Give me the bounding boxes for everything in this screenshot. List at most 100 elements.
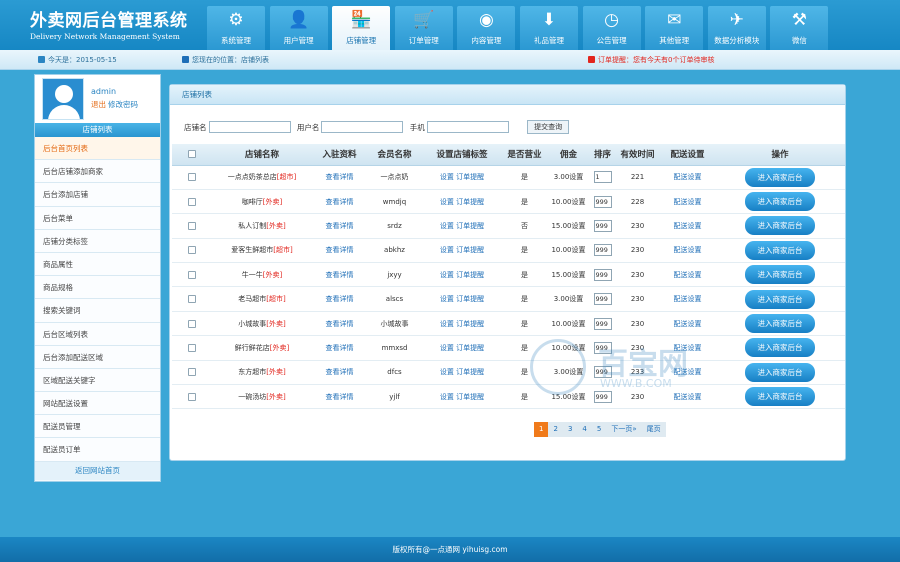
row-checkbox[interactable] [188,221,196,230]
sort-order-input[interactable]: 999 [593,268,612,281]
shop-labels-links[interactable]: 设置 订单提醒 [440,295,484,303]
row-checkbox[interactable] [188,319,196,328]
shop-labels-links[interactable]: 设置 订单提醒 [440,173,484,181]
shop-labels-links[interactable]: 设置 订单提醒 [440,344,484,352]
shop-labels-links[interactable]: 设置 订单提醒 [440,271,484,279]
sort-order-input[interactable]: 999 [593,293,612,306]
delivery-settings-link[interactable]: 配送设置 [674,320,702,328]
sidebar-menu-item[interactable]: 后台区域列表 [35,322,160,346]
enter-merchant-backend-button[interactable]: 进入商家后台 [745,314,815,334]
sort-order-input[interactable]: 999 [593,195,612,208]
enter-merchant-backend-button[interactable]: 进入商家后台 [745,265,815,285]
row-checkbox[interactable] [188,368,196,377]
shop-labels-links[interactable]: 设置 订单提醒 [440,393,484,401]
shop-labels-links[interactable]: 设置 订单提醒 [440,368,484,376]
commission-setting[interactable]: 15.00设置 [547,213,590,239]
sidebar-menu-item[interactable]: 后台店铺添加商家 [35,160,160,184]
row-checkbox[interactable] [188,173,196,182]
nav-tab[interactable]: ⚒ 微信 [770,6,829,50]
sidebar-menu-item[interactable]: 后台菜单 [35,206,160,230]
select-all-checkbox[interactable] [188,149,196,158]
nav-tab[interactable]: 👤 用户管理 [269,6,328,50]
row-checkbox[interactable] [188,270,196,279]
view-details-link[interactable]: 查看详情 [326,173,354,181]
order-alert[interactable]: 订单提醒：您有今天有0个订单待审核 [588,55,714,65]
nav-tab[interactable]: ⚙ 系统管理 [207,6,265,50]
sidebar-menu-item[interactable]: 搜索关键词 [35,299,160,323]
enter-merchant-backend-button[interactable]: 进入商家后台 [745,167,815,187]
view-details-link[interactable]: 查看详情 [326,246,354,254]
change-password-link[interactable]: 修改密码 [108,100,138,109]
view-details-link[interactable]: 查看详情 [326,393,354,401]
submit-search-button[interactable]: 提交查询 [527,120,570,134]
nav-tab[interactable]: 🏪 店铺管理 [332,6,391,50]
row-checkbox[interactable] [188,343,196,352]
nav-tab[interactable]: ◉ 内容管理 [457,6,516,50]
nav-tab[interactable]: ✉ 其他管理 [645,6,704,50]
page-link[interactable]: 尾页 [642,422,666,437]
page-current[interactable]: 1 [534,422,549,437]
commission-setting[interactable]: 15.00设置 [547,262,590,288]
delivery-settings-link[interactable]: 配送设置 [674,295,702,303]
commission-setting[interactable]: 10.00设置 [547,335,590,361]
commission-setting[interactable]: 3.00设置 [547,286,590,312]
page-link[interactable]: 2 [548,422,562,437]
nav-tab[interactable]: ⬇ 礼品管理 [520,6,578,50]
row-checkbox[interactable] [188,197,196,206]
shop-labels-links[interactable]: 设置 订单提醒 [440,320,484,328]
enter-merchant-backend-button[interactable]: 进入商家后台 [745,338,815,358]
logout-link[interactable]: 退出 [91,100,106,109]
delivery-settings-link[interactable]: 配送设置 [674,173,702,181]
delivery-settings-link[interactable]: 配送设置 [674,198,702,206]
enter-merchant-backend-button[interactable]: 进入商家后台 [745,362,815,382]
sort-order-input[interactable]: 999 [593,317,612,330]
enter-merchant-backend-button[interactable]: 进入商家后台 [745,387,815,407]
sidebar-menu-item[interactable]: 配送员管理 [35,415,160,439]
sort-order-input[interactable]: 999 [593,219,612,232]
view-details-link[interactable]: 查看详情 [326,344,354,352]
page-link[interactable]: 下一页» [606,422,641,437]
sidebar-menu-item[interactable]: 后台添加配送区域 [35,345,160,369]
delivery-settings-link[interactable]: 配送设置 [674,271,702,279]
sidebar-menu-item[interactable]: 商品规格 [35,276,160,300]
shop-labels-links[interactable]: 设置 订单提醒 [440,222,484,230]
page-link[interactable]: 4 [577,422,591,437]
sidebar-menu-item[interactable]: 配送员订单 [35,438,160,462]
commission-setting[interactable]: 15.00设置 [547,384,590,410]
phone-input[interactable] [426,121,509,133]
username-input[interactable] [321,121,404,133]
shop-labels-links[interactable]: 设置 订单提醒 [440,198,484,206]
commission-setting[interactable]: 10.00设置 [547,238,590,264]
view-details-link[interactable]: 查看详情 [326,368,354,376]
delivery-settings-link[interactable]: 配送设置 [674,246,702,254]
enter-merchant-backend-button[interactable]: 进入商家后台 [745,192,815,212]
shop-name-input[interactable] [208,121,291,133]
row-checkbox[interactable] [188,246,196,255]
sidebar-menu-item[interactable]: 后台首页列表 [35,137,160,161]
back-to-site-link[interactable]: 返回网站首页 [35,461,160,480]
delivery-settings-link[interactable]: 配送设置 [674,368,702,376]
commission-setting[interactable]: 10.00设置 [547,189,590,215]
enter-merchant-backend-button[interactable]: 进入商家后台 [745,216,815,236]
sort-order-input[interactable]: 999 [593,366,612,379]
sort-order-input[interactable]: 999 [593,244,612,257]
view-details-link[interactable]: 查看详情 [326,222,354,230]
row-checkbox[interactable] [188,392,196,401]
delivery-settings-link[interactable]: 配送设置 [674,222,702,230]
nav-tab[interactable]: ✈ 数据分析模块 [707,6,766,50]
sidebar-menu-item[interactable]: 店铺分类标签 [35,229,160,253]
sidebar-menu-item[interactable]: 商品属性 [35,252,160,277]
row-checkbox[interactable] [188,295,196,304]
sidebar-menu-item[interactable]: 后台添加店铺 [35,183,160,207]
page-link[interactable]: 5 [592,422,606,437]
shop-labels-links[interactable]: 设置 订单提醒 [440,246,484,254]
sidebar-menu-item[interactable]: 区域配送关键字 [35,368,160,393]
view-details-link[interactable]: 查看详情 [326,198,354,206]
sort-order-input[interactable]: 999 [593,390,612,403]
nav-tab[interactable]: ◷ 公告管理 [582,6,641,50]
sort-order-input[interactable]: 1 [593,171,612,184]
sort-order-input[interactable]: 999 [593,341,612,354]
view-details-link[interactable]: 查看详情 [326,271,354,279]
commission-setting[interactable]: 3.00设置 [547,360,590,386]
sidebar-menu-item[interactable]: 网站配送设置 [35,392,160,416]
